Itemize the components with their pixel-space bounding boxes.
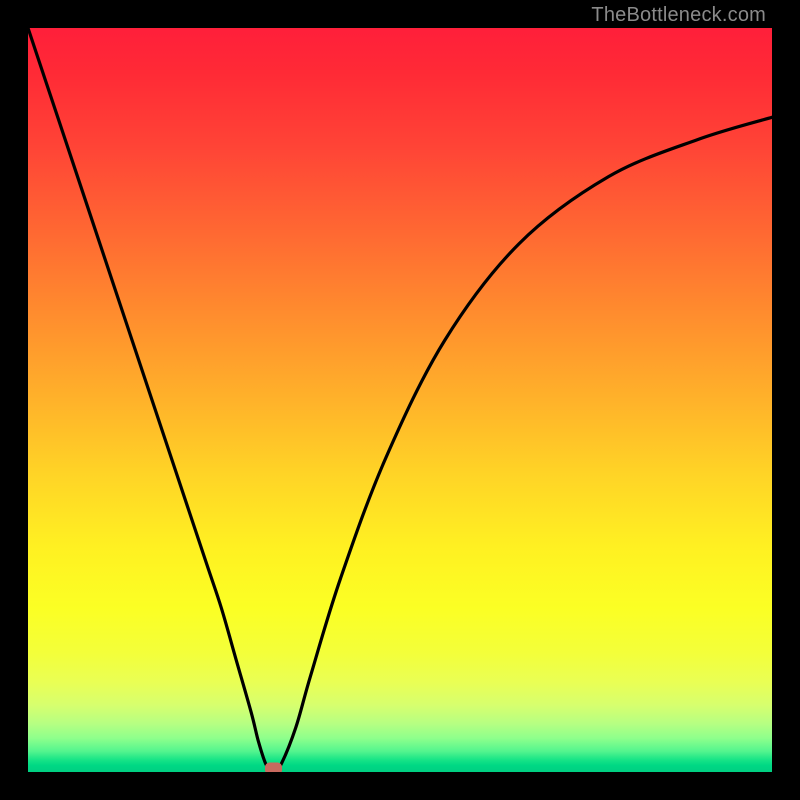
curve-path (28, 28, 772, 772)
watermark-text: TheBottleneck.com (591, 4, 766, 27)
minimum-marker (266, 763, 282, 772)
bottleneck-curve (28, 28, 772, 772)
chart-frame: TheBottleneck.com (0, 0, 800, 800)
plot-area (28, 28, 772, 772)
